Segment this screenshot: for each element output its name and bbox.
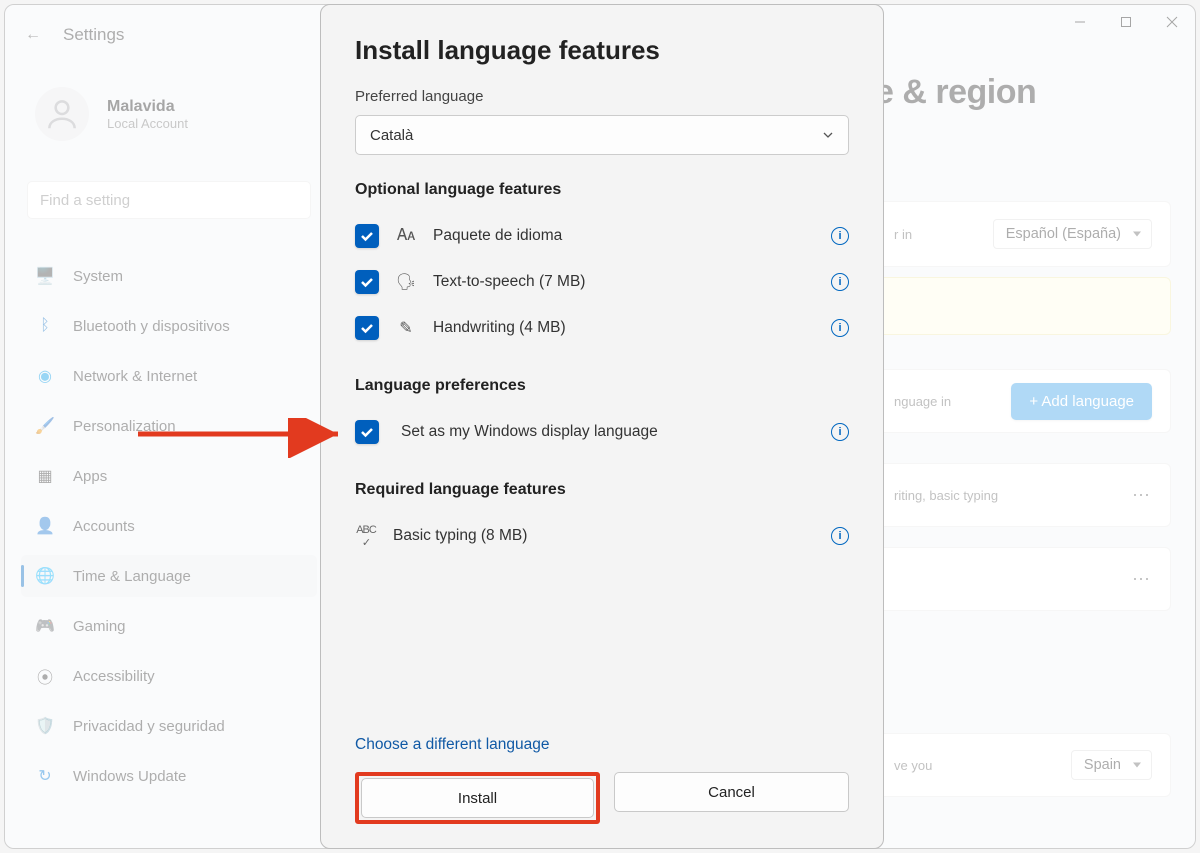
- page-heading: e & region: [875, 73, 1036, 112]
- nav-bluetooth[interactable]: ᛒBluetooth y dispositivos: [21, 305, 317, 347]
- pref-label: Set as my Windows display language: [401, 423, 815, 441]
- info-icon[interactable]: i: [831, 527, 849, 545]
- checkbox-tts[interactable]: [355, 270, 379, 294]
- nav-gaming[interactable]: 🎮Gaming: [21, 605, 317, 647]
- nav-accounts[interactable]: 👤Accounts: [21, 505, 317, 547]
- nav-privacy[interactable]: 🛡️Privacidad y seguridad: [21, 705, 317, 747]
- handwriting-icon: ✎: [395, 318, 417, 338]
- checkbox-set-display-language[interactable]: [355, 420, 379, 444]
- user-block[interactable]: Malavida Local Account: [35, 87, 188, 141]
- feature-basic-typing: ABC✓ Basic typing (8 MB) i: [355, 513, 849, 559]
- info-icon[interactable]: i: [831, 423, 849, 441]
- info-icon[interactable]: i: [831, 319, 849, 337]
- maximize-button[interactable]: [1103, 5, 1149, 39]
- display-language-select[interactable]: Español (España): [993, 219, 1152, 249]
- feature-tts: 🗣 Text-to-speech (7 MB) i: [355, 259, 849, 305]
- nav-windows-update[interactable]: ↻Windows Update: [21, 755, 317, 797]
- card-text: nguage in: [894, 394, 1011, 409]
- avatar-icon: [35, 87, 89, 141]
- display-language-card: r in Español (España): [875, 201, 1171, 267]
- card-text: r in: [894, 227, 993, 242]
- language-pack-icon: 🗛: [395, 227, 417, 245]
- app-title: Settings: [63, 25, 124, 45]
- nav-time-language[interactable]: 🌐Time & Language: [21, 555, 317, 597]
- dialog-buttons: Install Cancel: [355, 772, 849, 824]
- topbar: ← Settings: [25, 25, 124, 45]
- pref-set-display-language: Set as my Windows display language i: [355, 409, 849, 455]
- feature-label: Text-to-speech (7 MB): [433, 273, 815, 291]
- brush-icon: 🖌️: [35, 416, 55, 436]
- optional-features-header: Optional language features: [355, 181, 849, 199]
- lang-features-text: riting, basic typing: [894, 488, 1132, 503]
- install-language-dialog: Install language features Preferred lang…: [320, 4, 884, 849]
- install-button-highlight: Install: [355, 772, 600, 824]
- country-select[interactable]: Spain: [1071, 750, 1152, 780]
- window-controls: [1057, 5, 1195, 39]
- nav-accessibility[interactable]: ⦿Accessibility: [21, 655, 317, 697]
- choose-different-language-link[interactable]: Choose a different language: [355, 736, 849, 754]
- language-preferences-header: Language preferences: [355, 377, 849, 395]
- restart-banner: [875, 277, 1171, 335]
- card-text: ve you: [894, 758, 1071, 773]
- info-icon[interactable]: i: [831, 273, 849, 291]
- search-placeholder: Find a setting: [40, 192, 130, 209]
- user-name: Malavida: [107, 98, 188, 116]
- language-item-2[interactable]: ⋯: [875, 547, 1171, 611]
- display-icon: 🖥️: [35, 266, 55, 286]
- add-language-button[interactable]: + Add language: [1011, 383, 1152, 420]
- close-button[interactable]: [1149, 5, 1195, 39]
- preferred-language-label: Preferred language: [355, 88, 849, 105]
- basic-typing-icon: ABC✓: [355, 524, 377, 549]
- cancel-button[interactable]: Cancel: [614, 772, 849, 812]
- preferred-language-dropdown[interactable]: Català: [355, 115, 849, 155]
- accessibility-icon: ⦿: [35, 666, 55, 686]
- country-region-card: ve you Spain: [875, 733, 1171, 797]
- feature-handwriting: ✎ Handwriting (4 MB) i: [355, 305, 849, 351]
- sidebar-nav: 🖥️System ᛒBluetooth y dispositivos ◉Netw…: [21, 255, 317, 805]
- info-icon[interactable]: i: [831, 227, 849, 245]
- bluetooth-icon: ᛒ: [35, 316, 55, 336]
- minimize-button[interactable]: [1057, 5, 1103, 39]
- checkbox-handwriting[interactable]: [355, 316, 379, 340]
- feature-label: Handwriting (4 MB): [433, 319, 815, 337]
- user-subtitle: Local Account: [107, 116, 188, 131]
- update-icon: ↻: [35, 766, 55, 786]
- wifi-icon: ◉: [35, 366, 55, 386]
- install-button[interactable]: Install: [361, 778, 594, 818]
- nav-network[interactable]: ◉Network & Internet: [21, 355, 317, 397]
- tts-icon: 🗣: [395, 272, 417, 292]
- checkbox-language-pack[interactable]: [355, 224, 379, 248]
- nav-apps[interactable]: ▦Apps: [21, 455, 317, 497]
- shield-icon: 🛡️: [35, 716, 55, 736]
- person-icon: 👤: [35, 516, 55, 536]
- back-button[interactable]: ←: [25, 26, 41, 44]
- dropdown-value: Català: [370, 127, 413, 144]
- apps-icon: ▦: [35, 466, 55, 486]
- nav-personalization[interactable]: 🖌️Personalization: [21, 405, 317, 447]
- preferred-languages-card: nguage in + Add language: [875, 369, 1171, 433]
- search-input[interactable]: Find a setting: [27, 181, 311, 219]
- more-icon[interactable]: ⋯: [1132, 485, 1152, 506]
- chevron-down-icon: [822, 129, 834, 141]
- gamepad-icon: 🎮: [35, 616, 55, 636]
- globe-icon: 🌐: [35, 566, 55, 586]
- more-icon[interactable]: ⋯: [1132, 569, 1152, 590]
- nav-system[interactable]: 🖥️System: [21, 255, 317, 297]
- dialog-title: Install language features: [355, 35, 849, 66]
- feature-language-pack: 🗛 Paquete de idioma i: [355, 213, 849, 259]
- language-item-1[interactable]: riting, basic typing ⋯: [875, 463, 1171, 527]
- feature-label: Paquete de idioma: [433, 227, 815, 245]
- feature-label: Basic typing (8 MB): [393, 527, 815, 545]
- required-features-header: Required language features: [355, 481, 849, 499]
